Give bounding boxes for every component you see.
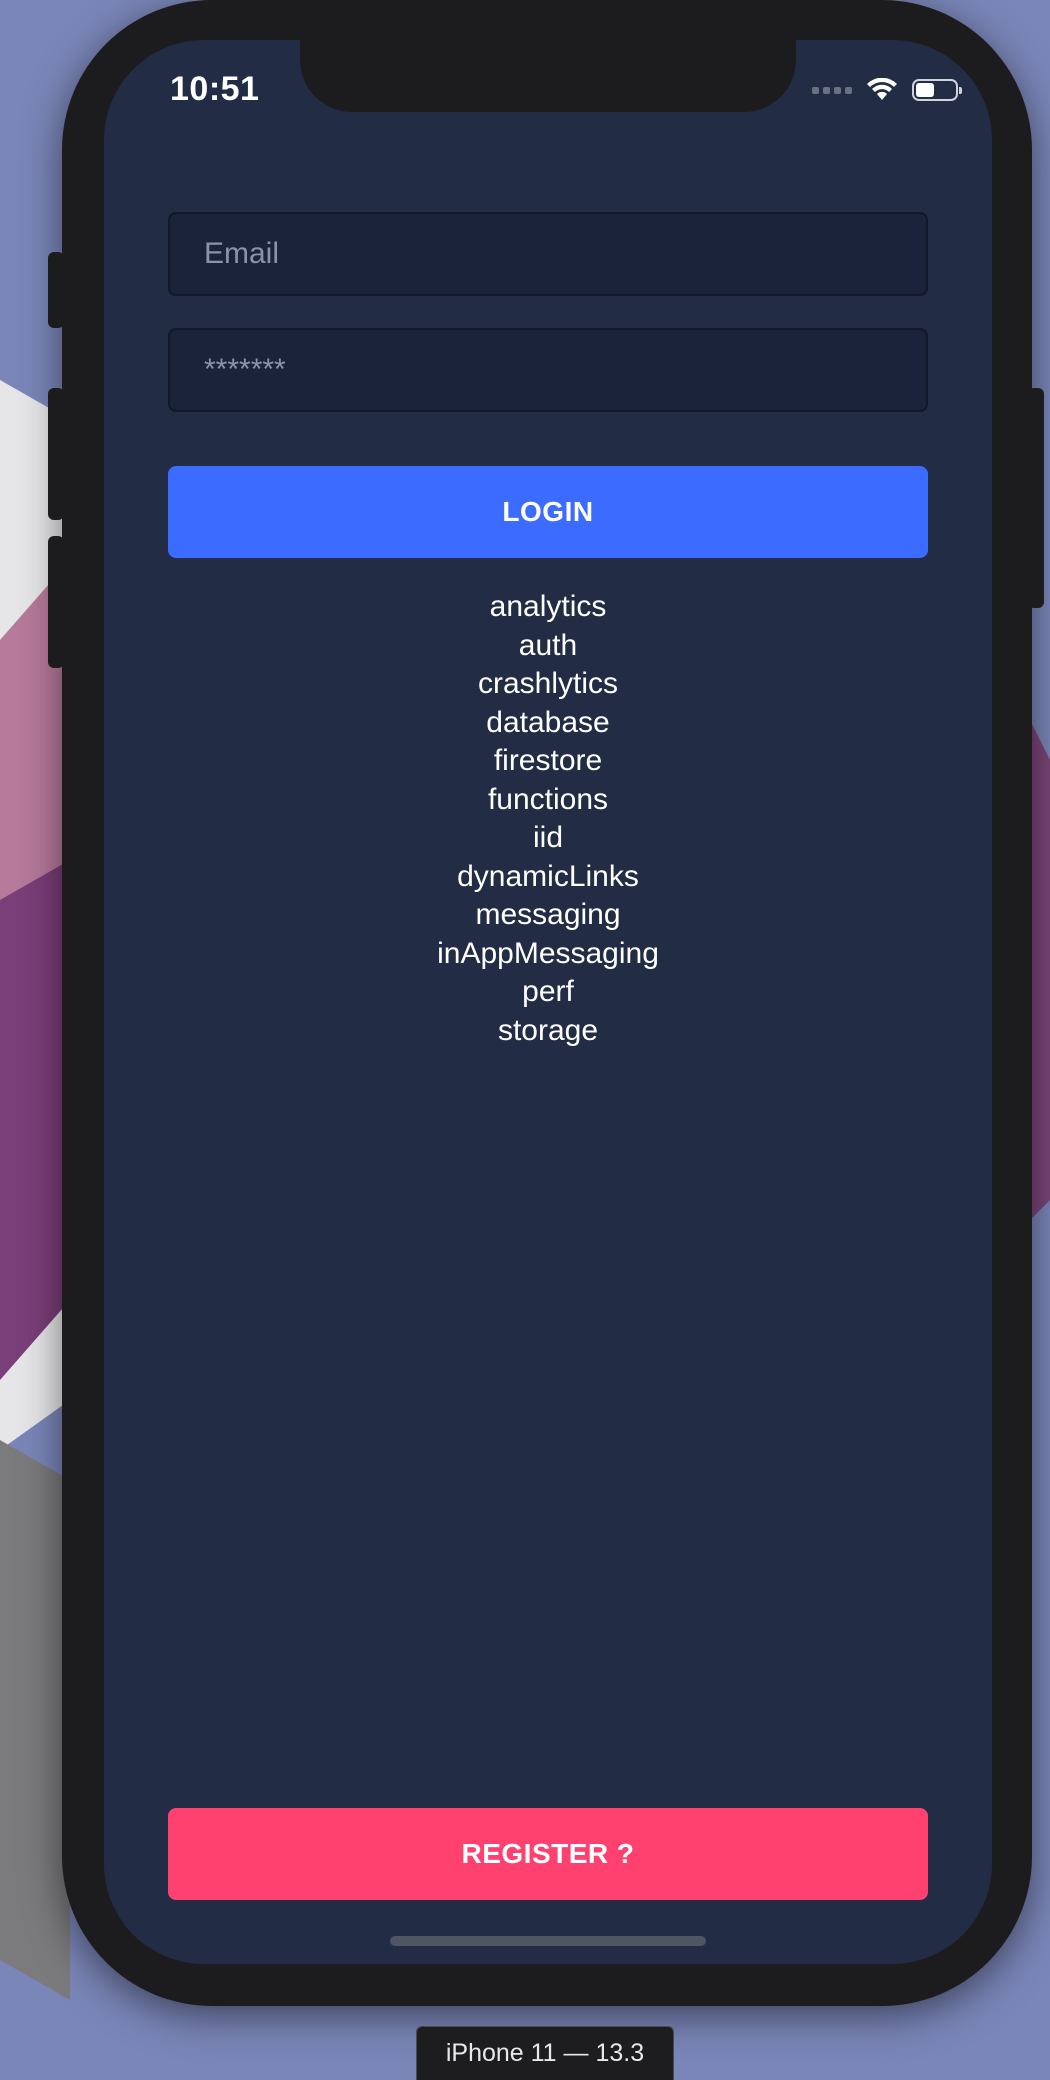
power-button — [1028, 388, 1044, 608]
volume-up-button — [48, 388, 64, 520]
notch — [300, 40, 796, 112]
register-button[interactable]: REGISTER ? — [168, 1808, 928, 1900]
simulator-device-label: iPhone 11 — 13.3 — [416, 2026, 674, 2080]
status-time: 10:51 — [170, 70, 260, 108]
module-item: perf — [522, 975, 574, 1008]
module-item: auth — [518, 628, 578, 662]
module-item: dynamicLinks — [457, 859, 639, 893]
module-item: functions — [487, 782, 609, 816]
module-item: inAppMessaging — [437, 936, 659, 970]
status-icons — [812, 78, 962, 102]
home-indicator — [390, 1936, 706, 1946]
module-item: crashlytics — [477, 667, 619, 700]
login-button[interactable]: LOGIN — [168, 466, 928, 558]
volume-down-button — [48, 536, 64, 668]
module-item: storage — [497, 1013, 599, 1047]
mute-switch — [48, 252, 64, 328]
cellular-signal-icon — [812, 86, 852, 94]
module-item: iid — [532, 821, 563, 854]
module-item: messaging — [475, 898, 621, 931]
password-field[interactable] — [168, 328, 928, 412]
module-list: analytics auth crashlytics database fire… — [104, 588, 992, 1050]
wifi-icon — [867, 78, 897, 100]
module-item: firestore — [493, 744, 603, 777]
app-screen: 10:51 LOGIN analytics auth crashlytics d… — [104, 40, 992, 1964]
battery-icon — [912, 79, 962, 101]
module-item: database — [486, 705, 610, 739]
module-item: analytics — [489, 590, 607, 623]
email-field[interactable] — [168, 212, 928, 296]
